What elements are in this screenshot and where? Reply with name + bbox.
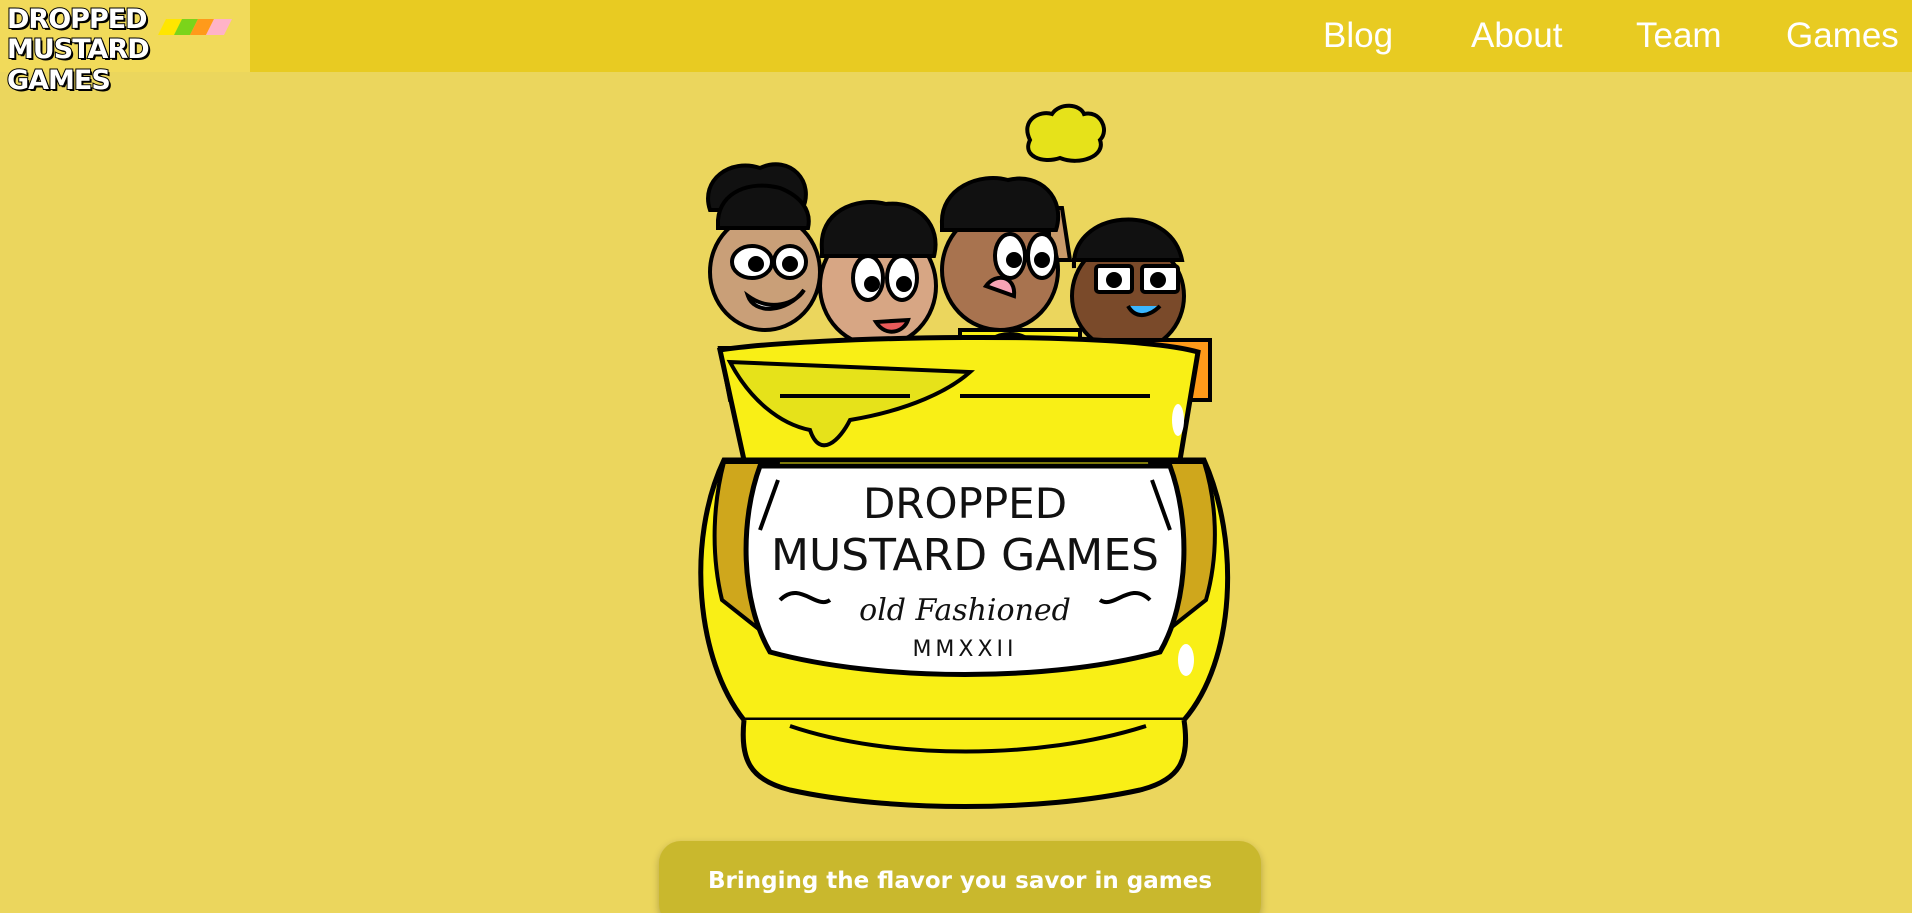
top-bar <box>0 0 1912 72</box>
logo-line-2: MUSTARD GAMES <box>6 33 151 97</box>
jar-label-script: old Fashioned <box>859 593 1071 628</box>
tagline-text: Bringing the flavor you savor in games <box>707 868 1213 894</box>
mustard-jar-illustration: DROPPED MUSTARD GAMES old Fashioned MMXX… <box>698 103 1231 809</box>
logo-stripes-icon <box>158 19 232 35</box>
nav-team[interactable]: Team <box>1636 0 1722 72</box>
nav-about[interactable]: About <box>1471 0 1562 72</box>
jar-label-line1: DROPPED <box>863 479 1067 528</box>
nav-blog[interactable]: Blog <box>1323 0 1393 72</box>
jar-label-line2: MUSTARD GAMES <box>771 530 1159 581</box>
jar-label-year: MMXXII <box>912 637 1017 662</box>
site-logo[interactable]: DROPPED MUSTARD GAMES <box>0 0 250 97</box>
nav-games[interactable]: Games <box>1786 0 1899 72</box>
tagline-banner: Bringing the flavor you savor in games <box>659 841 1261 913</box>
logo-line-1: DROPPED <box>6 3 149 36</box>
